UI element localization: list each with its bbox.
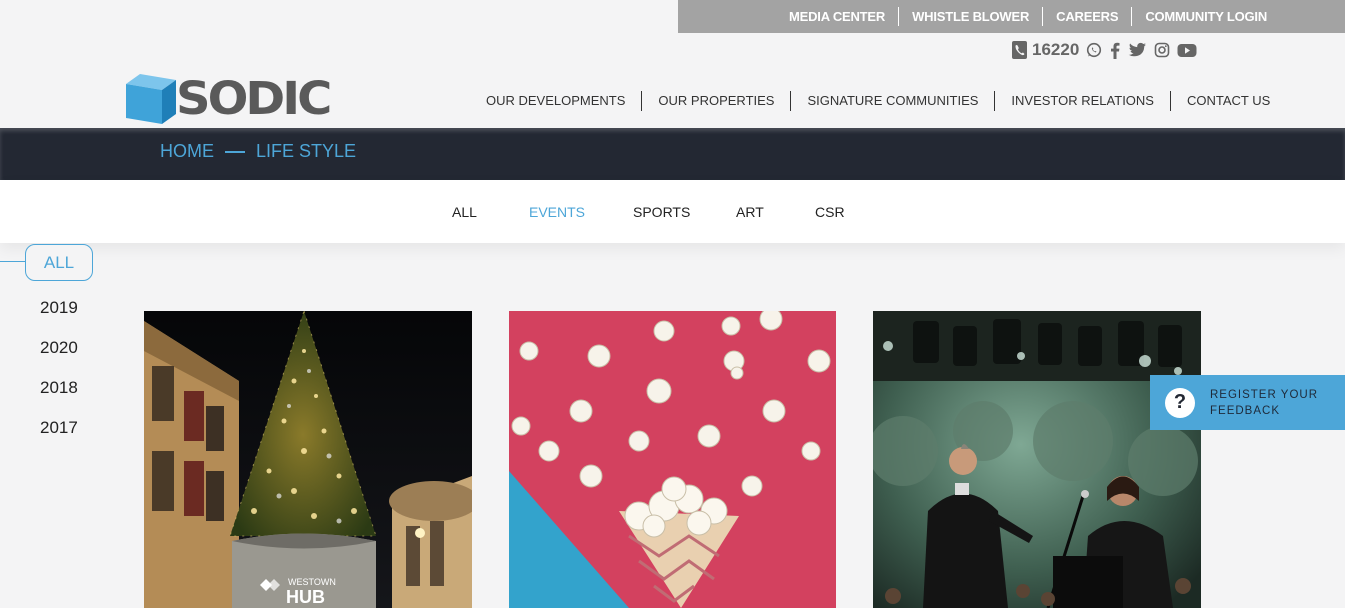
year-indicator-line: [0, 261, 25, 262]
utility-nav: MEDIA CENTER WHISTLE BLOWER CAREERS COMM…: [678, 0, 1345, 33]
christmas-tree-photo: WESTOWN HUB: [144, 311, 472, 608]
tab-all[interactable]: ALL: [452, 204, 477, 220]
facebook-icon[interactable]: [1109, 42, 1121, 59]
category-tabs: ALL EVENTS SPORTS ART CSR: [0, 204, 1345, 224]
year-filter-all[interactable]: ALL: [25, 244, 93, 281]
whatsapp-icon[interactable]: [1086, 42, 1102, 58]
breadcrumb-current: LIFE STYLE: [256, 141, 357, 161]
tab-sports[interactable]: SPORTS: [633, 204, 690, 220]
youtube-icon[interactable]: [1177, 43, 1197, 58]
category-filter-bar: ALL EVENTS SPORTS ART CSR: [0, 180, 1345, 243]
popcorn-cone-photo: [509, 311, 836, 608]
twitter-icon[interactable]: [1128, 42, 1147, 58]
instagram-icon[interactable]: [1154, 42, 1170, 58]
nav-signature-communities[interactable]: SIGNATURE COMMUNITIES: [791, 91, 996, 111]
nav-our-developments[interactable]: OUR DEVELOPMENTS: [470, 91, 643, 111]
breadcrumb-separator: [225, 150, 245, 153]
main-nav: OUR DEVELOPMENTS OUR PROPERTIES SIGNATUR…: [470, 91, 1270, 111]
utility-link-community-login[interactable]: COMMUNITY LOGIN: [1132, 7, 1280, 26]
utility-link-whistle-blower[interactable]: WHISTLE BLOWER: [899, 7, 1044, 26]
breadcrumb: HOME LIFE STYLE: [160, 141, 356, 162]
year-filter-2017[interactable]: 2017: [40, 418, 78, 438]
question-icon: ?: [1165, 387, 1195, 418]
phone-number: 16220: [1032, 40, 1080, 59]
hotline[interactable]: 16220: [1010, 40, 1079, 60]
year-filter-2019[interactable]: 2019: [40, 298, 78, 318]
tab-csr[interactable]: CSR: [815, 204, 845, 220]
cube-icon: [126, 74, 176, 124]
feedback-label: REGISTER YOUR FEEDBACK: [1210, 388, 1318, 417]
event-card-christmas-tree[interactable]: WESTOWN HUB: [144, 311, 472, 608]
register-feedback-widget[interactable]: ? REGISTER YOUR FEEDBACK: [1150, 375, 1345, 430]
event-card-concert[interactable]: [873, 311, 1201, 608]
hub-sign: HUB: [286, 587, 325, 607]
utility-link-media-center[interactable]: MEDIA CENTER: [776, 7, 900, 26]
breadcrumb-bar: HOME LIFE STYLE: [0, 128, 1345, 180]
breadcrumb-home[interactable]: HOME: [160, 141, 214, 162]
nav-our-properties[interactable]: OUR PROPERTIES: [642, 91, 792, 111]
utility-link-careers[interactable]: CAREERS: [1043, 7, 1133, 26]
concert-performers-photo: [873, 311, 1201, 608]
logo-text: SODIC: [176, 72, 332, 126]
contact-social-row: 16220: [1010, 38, 1197, 62]
sodic-logo[interactable]: SODIC: [126, 72, 332, 126]
year-filter-2020[interactable]: 2020: [40, 338, 78, 358]
nav-contact-us[interactable]: CONTACT US: [1171, 91, 1270, 111]
year-filter-2018[interactable]: 2018: [40, 378, 78, 398]
westown-sign: WESTOWN: [288, 577, 336, 587]
tab-events[interactable]: EVENTS: [529, 204, 585, 220]
tab-art[interactable]: ART: [736, 204, 764, 220]
nav-investor-relations[interactable]: INVESTOR RELATIONS: [995, 91, 1171, 111]
phone-icon: [1012, 41, 1027, 59]
event-card-popcorn[interactable]: [509, 311, 836, 608]
